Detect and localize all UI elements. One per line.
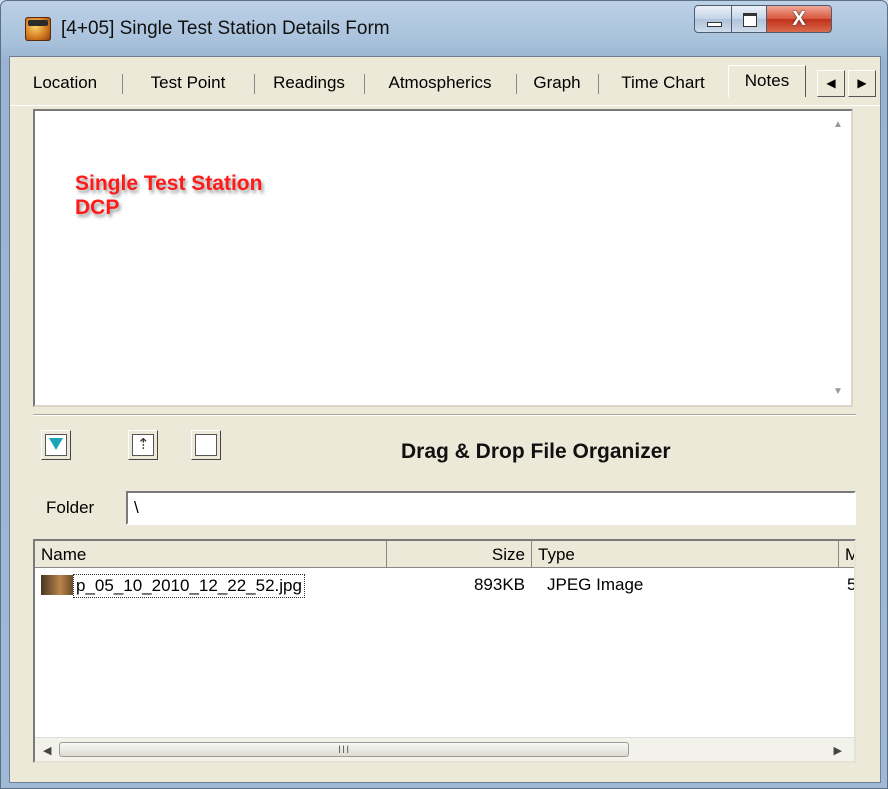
tab-separator	[516, 74, 517, 94]
filter-button[interactable]	[41, 430, 71, 460]
organizer-title: Drag & Drop File Organizer	[401, 440, 671, 463]
folder-up-icon	[132, 434, 154, 456]
scroll-down-icon[interactable]: ▼	[833, 386, 843, 397]
tab-baseline	[10, 105, 880, 106]
file-modified: 5/1	[847, 575, 856, 594]
tab-time-chart[interactable]: Time Chart	[600, 69, 726, 97]
tab-readings[interactable]: Readings	[256, 69, 362, 97]
file-type: JPEG Image	[547, 575, 644, 594]
tab-separator	[254, 74, 255, 94]
file-name[interactable]: p_05_10_2010_12_22_52.jpg	[73, 574, 305, 598]
column-header-modified[interactable]: Mo	[839, 541, 854, 568]
tab-separator	[598, 74, 599, 94]
tab-strip: Location Test Point Readings Atmospheric…	[10, 65, 880, 106]
notes-text-line-2: DCP	[75, 196, 120, 219]
title-bar[interactable]: [4+05] Single Test Station Details Form …	[1, 1, 887, 57]
tab-location[interactable]: Location	[10, 69, 120, 97]
details-view-icon	[195, 434, 217, 456]
column-header-size[interactable]: Size	[387, 541, 532, 568]
tab-scroll-right-button[interactable]: ▶	[848, 70, 876, 97]
file-list-horizontal-scrollbar[interactable]: ◀ III ▶	[35, 737, 854, 761]
tab-graph[interactable]: Graph	[518, 69, 596, 97]
window-title: [4+05] Single Test Station Details Form	[61, 18, 390, 39]
folder-path-input[interactable]: \	[126, 491, 856, 525]
tab-separator	[364, 74, 365, 94]
tab-test-point[interactable]: Test Point	[124, 69, 252, 97]
app-icon[interactable]	[25, 17, 51, 41]
maximize-button[interactable]	[731, 5, 767, 33]
window: [4+05] Single Test Station Details Form …	[0, 0, 888, 789]
close-button[interactable]: X	[766, 5, 832, 33]
section-divider	[33, 414, 856, 416]
notes-vertical-scrollbar[interactable]: ▲ ▼	[829, 111, 851, 405]
scrollbar-grip: III	[338, 744, 351, 756]
scroll-right-icon[interactable]: ▶	[834, 744, 842, 757]
scrollbar-thumb[interactable]: III	[59, 742, 629, 757]
file-list[interactable]: Name Size Type Mo p_05_10_2010_12_22_52.…	[33, 539, 856, 763]
notes-textarea[interactable]: Single Test Station DCP ▲ ▼	[33, 109, 853, 407]
details-view-button[interactable]	[191, 430, 221, 460]
minimize-icon	[707, 22, 722, 27]
file-size: 893KB	[473, 575, 525, 594]
filter-icon	[45, 434, 67, 456]
jpeg-thumbnail-icon	[41, 575, 73, 595]
scroll-up-icon[interactable]: ▲	[833, 119, 843, 130]
close-icon: X	[792, 8, 806, 30]
tab-scroll-buttons: ◀ ▶	[817, 70, 878, 97]
column-header-type[interactable]: Type	[532, 541, 839, 568]
file-list-header: Name Size Type Mo	[35, 541, 854, 568]
tab-atmospherics[interactable]: Atmospherics	[366, 69, 514, 97]
tab-scroll-left-button[interactable]: ◀	[817, 70, 845, 97]
tab-separator	[122, 74, 123, 94]
minimize-button[interactable]	[694, 5, 732, 33]
tab-notes[interactable]: Notes	[728, 65, 806, 97]
folder-label: Folder	[46, 498, 95, 517]
notes-text-line-1: Single Test Station	[75, 172, 263, 195]
form-client-area: Location Test Point Readings Atmospheric…	[9, 56, 881, 783]
scroll-left-icon[interactable]: ◀	[43, 744, 51, 757]
folder-up-button[interactable]	[128, 430, 158, 460]
file-row[interactable]: p_05_10_2010_12_22_52.jpg 893KB JPEG Ima…	[35, 571, 854, 599]
maximize-icon	[743, 13, 757, 27]
column-header-name[interactable]: Name	[35, 541, 387, 568]
